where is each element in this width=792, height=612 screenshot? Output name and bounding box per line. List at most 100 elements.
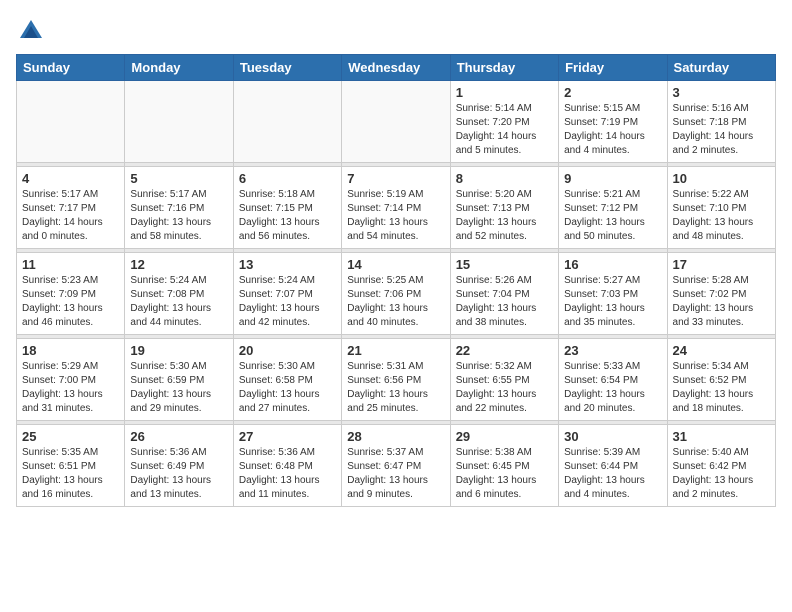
day-number: 28 (347, 429, 444, 444)
day-number: 24 (673, 343, 770, 358)
day-info: Sunrise: 5:27 AM Sunset: 7:03 PM Dayligh… (564, 274, 661, 330)
calendar-cell: 29 Sunrise: 5:38 AM Sunset: 6:45 PM Dayli… (450, 425, 558, 507)
day-info: Sunrise: 5:29 AM Sunset: 7:00 PM Dayligh… (22, 360, 119, 416)
day-info: Sunrise: 5:28 AM Sunset: 7:02 PM Dayligh… (673, 274, 770, 330)
day-number: 10 (673, 171, 770, 186)
day-info: Sunrise: 5:20 AM Sunset: 7:13 PM Dayligh… (456, 188, 553, 244)
day-number: 21 (347, 343, 444, 358)
day-info: Sunrise: 5:36 AM Sunset: 6:49 PM Dayligh… (130, 446, 227, 502)
calendar-cell (17, 81, 125, 163)
day-number: 18 (22, 343, 119, 358)
day-number: 29 (456, 429, 553, 444)
day-number: 4 (22, 171, 119, 186)
day-info: Sunrise: 5:18 AM Sunset: 7:15 PM Dayligh… (239, 188, 336, 244)
calendar-week-4: 18 Sunrise: 5:29 AM Sunset: 7:00 PM Dayli… (17, 339, 776, 421)
calendar-cell: 28 Sunrise: 5:37 AM Sunset: 6:47 PM Dayli… (342, 425, 450, 507)
day-number: 17 (673, 257, 770, 272)
logo-icon (16, 16, 46, 46)
day-info: Sunrise: 5:35 AM Sunset: 6:51 PM Dayligh… (22, 446, 119, 502)
day-number: 20 (239, 343, 336, 358)
calendar-cell: 22 Sunrise: 5:32 AM Sunset: 6:55 PM Dayli… (450, 339, 558, 421)
calendar-cell: 18 Sunrise: 5:29 AM Sunset: 7:00 PM Dayli… (17, 339, 125, 421)
day-info: Sunrise: 5:24 AM Sunset: 7:07 PM Dayligh… (239, 274, 336, 330)
day-info: Sunrise: 5:39 AM Sunset: 6:44 PM Dayligh… (564, 446, 661, 502)
col-header-friday: Friday (559, 55, 667, 81)
calendar-cell: 26 Sunrise: 5:36 AM Sunset: 6:49 PM Dayli… (125, 425, 233, 507)
day-info: Sunrise: 5:17 AM Sunset: 7:17 PM Dayligh… (22, 188, 119, 244)
day-number: 3 (673, 85, 770, 100)
col-header-sunday: Sunday (17, 55, 125, 81)
calendar-header-row: SundayMondayTuesdayWednesdayThursdayFrid… (17, 55, 776, 81)
day-number: 2 (564, 85, 661, 100)
calendar-cell: 11Sunrise: 5:23 AM Sunset: 7:09 PM Dayli… (17, 253, 125, 335)
calendar-cell (342, 81, 450, 163)
day-info: Sunrise: 5:32 AM Sunset: 6:55 PM Dayligh… (456, 360, 553, 416)
calendar-cell: 5Sunrise: 5:17 AM Sunset: 7:16 PM Daylig… (125, 167, 233, 249)
calendar-cell: 6Sunrise: 5:18 AM Sunset: 7:15 PM Daylig… (233, 167, 341, 249)
day-info: Sunrise: 5:25 AM Sunset: 7:06 PM Dayligh… (347, 274, 444, 330)
col-header-monday: Monday (125, 55, 233, 81)
calendar-cell: 4 Sunrise: 5:17 AM Sunset: 7:17 PM Daylig… (17, 167, 125, 249)
calendar-cell: 1 Sunrise: 5:14 AM Sunset: 7:20 PM Daylig… (450, 81, 558, 163)
calendar-cell: 14 Sunrise: 5:25 AM Sunset: 7:06 PM Dayli… (342, 253, 450, 335)
calendar-cell: 27 Sunrise: 5:36 AM Sunset: 6:48 PM Dayli… (233, 425, 341, 507)
calendar-cell: 17 Sunrise: 5:28 AM Sunset: 7:02 PM Dayli… (667, 253, 775, 335)
day-info: Sunrise: 5:37 AM Sunset: 6:47 PM Dayligh… (347, 446, 444, 502)
day-number: 19 (130, 343, 227, 358)
day-info: Sunrise: 5:30 AM Sunset: 6:59 PM Dayligh… (130, 360, 227, 416)
day-number: 5 (130, 171, 227, 186)
day-info: Sunrise: 5:22 AM Sunset: 7:10 PM Dayligh… (673, 188, 770, 244)
logo (16, 16, 50, 46)
day-number: 27 (239, 429, 336, 444)
day-info: Sunrise: 5:15 AM Sunset: 7:19 PM Dayligh… (564, 102, 661, 158)
day-number: 31 (673, 429, 770, 444)
calendar-cell: 7 Sunrise: 5:19 AM Sunset: 7:14 PM Daylig… (342, 167, 450, 249)
day-number: 23 (564, 343, 661, 358)
col-header-tuesday: Tuesday (233, 55, 341, 81)
calendar-table: SundayMondayTuesdayWednesdayThursdayFrid… (16, 54, 776, 507)
day-number: 14 (347, 257, 444, 272)
day-number: 7 (347, 171, 444, 186)
calendar-cell: 21 Sunrise: 5:31 AM Sunset: 6:56 PM Dayli… (342, 339, 450, 421)
calendar-cell (233, 81, 341, 163)
col-header-wednesday: Wednesday (342, 55, 450, 81)
day-number: 16 (564, 257, 661, 272)
calendar-cell: 25 Sunrise: 5:35 AM Sunset: 6:51 PM Dayli… (17, 425, 125, 507)
calendar-cell (125, 81, 233, 163)
calendar-week-3: 11Sunrise: 5:23 AM Sunset: 7:09 PM Dayli… (17, 253, 776, 335)
day-number: 15 (456, 257, 553, 272)
day-info: Sunrise: 5:23 AM Sunset: 7:09 PM Dayligh… (22, 274, 119, 330)
calendar-cell: 9 Sunrise: 5:21 AM Sunset: 7:12 PM Daylig… (559, 167, 667, 249)
day-number: 13 (239, 257, 336, 272)
calendar-cell: 13 Sunrise: 5:24 AM Sunset: 7:07 PM Dayli… (233, 253, 341, 335)
calendar-cell: 31 Sunrise: 5:40 AM Sunset: 6:42 PM Dayli… (667, 425, 775, 507)
day-info: Sunrise: 5:31 AM Sunset: 6:56 PM Dayligh… (347, 360, 444, 416)
day-info: Sunrise: 5:34 AM Sunset: 6:52 PM Dayligh… (673, 360, 770, 416)
calendar-cell: 2 Sunrise: 5:15 AM Sunset: 7:19 PM Daylig… (559, 81, 667, 163)
day-info: Sunrise: 5:26 AM Sunset: 7:04 PM Dayligh… (456, 274, 553, 330)
calendar-cell: 15 Sunrise: 5:26 AM Sunset: 7:04 PM Dayli… (450, 253, 558, 335)
day-info: Sunrise: 5:36 AM Sunset: 6:48 PM Dayligh… (239, 446, 336, 502)
day-info: Sunrise: 5:21 AM Sunset: 7:12 PM Dayligh… (564, 188, 661, 244)
calendar-cell: 30Sunrise: 5:39 AM Sunset: 6:44 PM Dayli… (559, 425, 667, 507)
day-info: Sunrise: 5:33 AM Sunset: 6:54 PM Dayligh… (564, 360, 661, 416)
day-number: 12 (130, 257, 227, 272)
calendar-cell: 3 Sunrise: 5:16 AM Sunset: 7:18 PM Daylig… (667, 81, 775, 163)
day-number: 22 (456, 343, 553, 358)
day-number: 9 (564, 171, 661, 186)
day-info: Sunrise: 5:38 AM Sunset: 6:45 PM Dayligh… (456, 446, 553, 502)
day-info: Sunrise: 5:16 AM Sunset: 7:18 PM Dayligh… (673, 102, 770, 158)
calendar-cell: 24 Sunrise: 5:34 AM Sunset: 6:52 PM Dayli… (667, 339, 775, 421)
calendar-week-2: 4 Sunrise: 5:17 AM Sunset: 7:17 PM Daylig… (17, 167, 776, 249)
day-info: Sunrise: 5:14 AM Sunset: 7:20 PM Dayligh… (456, 102, 553, 158)
day-number: 25 (22, 429, 119, 444)
day-info: Sunrise: 5:40 AM Sunset: 6:42 PM Dayligh… (673, 446, 770, 502)
day-number: 1 (456, 85, 553, 100)
calendar-cell: 16 Sunrise: 5:27 AM Sunset: 7:03 PM Dayli… (559, 253, 667, 335)
col-header-saturday: Saturday (667, 55, 775, 81)
calendar-cell: 8Sunrise: 5:20 AM Sunset: 7:13 PM Daylig… (450, 167, 558, 249)
page-header (16, 16, 776, 46)
calendar-week-1: 1 Sunrise: 5:14 AM Sunset: 7:20 PM Daylig… (17, 81, 776, 163)
day-info: Sunrise: 5:19 AM Sunset: 7:14 PM Dayligh… (347, 188, 444, 244)
day-number: 26 (130, 429, 227, 444)
